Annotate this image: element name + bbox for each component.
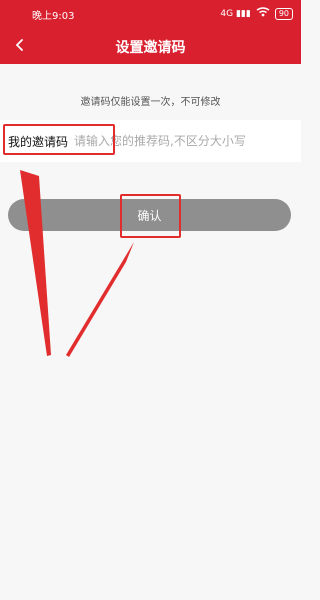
wifi-icon [256, 7, 270, 20]
status-icons: 4G ▮▮▮ 90 [220, 7, 293, 20]
annotation-arrows [20, 170, 134, 357]
notice-text: 邀请码仅能设置一次，不可修改 [80, 97, 221, 108]
button-annotation-box [120, 194, 181, 238]
signal-icon: 4G ▮▮▮ [220, 8, 251, 19]
status-time: 晚上9:03 [32, 11, 75, 22]
arrow-to-label [20, 170, 51, 356]
battery-icon: 90 [274, 7, 293, 20]
arrow-to-button [66, 242, 134, 357]
label-annotation-box [3, 124, 115, 155]
page-title: 设置邀请码 [115, 40, 186, 56]
app-bar: 设置邀请码 [0, 28, 301, 64]
status-bar: 晚上9:03 4G ▮▮▮ 90 [0, 0, 301, 28]
